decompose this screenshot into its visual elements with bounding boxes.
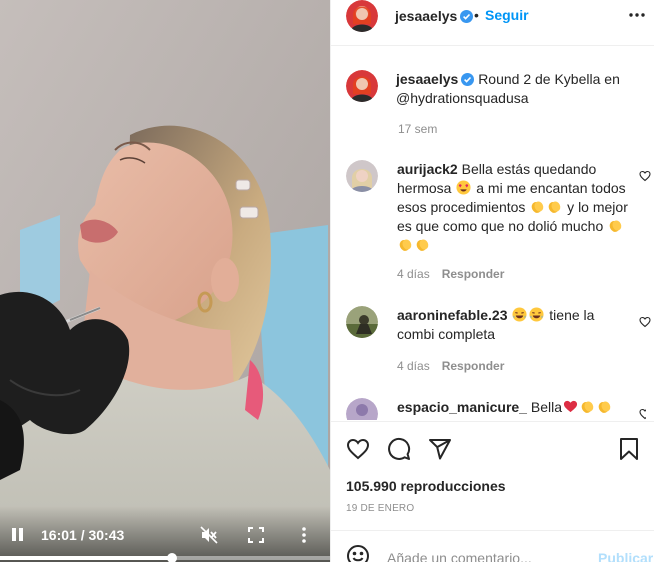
heart-eyes-emoji xyxy=(456,180,471,195)
caption-timestamp: 17 sem xyxy=(398,122,438,136)
comment-icon[interactable] xyxy=(387,437,411,461)
author-username-text: jesaaelys xyxy=(395,8,458,24)
post-date[interactable]: 19 DE ENERO xyxy=(346,503,414,514)
bookmark-icon[interactable] xyxy=(617,437,641,461)
comment-username[interactable]: aurijack2 xyxy=(397,161,458,177)
reply-button[interactable]: Responder xyxy=(442,267,505,281)
video-frame xyxy=(0,0,330,562)
red-heart-emoji xyxy=(563,400,578,413)
view-count[interactable]: 105.990 reproducciones xyxy=(346,478,506,494)
fullscreen-icon[interactable] xyxy=(248,527,264,543)
heart-icon[interactable] xyxy=(346,437,370,461)
comment-text: aurijack2 Bella estás quedando hermosa a… xyxy=(397,160,629,255)
verified-badge-icon xyxy=(460,10,474,23)
clap-emoji xyxy=(598,401,611,413)
add-comment-bar: Publicar xyxy=(331,530,654,562)
seek-bar[interactable] xyxy=(0,556,330,560)
like-comment-icon[interactable] xyxy=(639,170,651,182)
verified-badge-icon xyxy=(461,73,475,86)
reply-button[interactable]: Responder xyxy=(442,359,505,373)
like-comment-icon[interactable] xyxy=(639,408,646,420)
comment-username[interactable]: espacio_manicure_ xyxy=(397,399,527,415)
more-vertical-icon[interactable] xyxy=(298,527,310,543)
comment-input[interactable] xyxy=(387,550,587,562)
video-player[interactable]: 16:01 / 30:43 xyxy=(0,0,330,562)
clap-emoji xyxy=(398,418,413,420)
emoji-icon[interactable] xyxy=(346,544,370,562)
comment-timestamp: 4 días xyxy=(397,267,430,281)
comment-avatar[interactable] xyxy=(346,160,378,192)
author-username[interactable]: jesaaelys xyxy=(395,8,474,24)
comment-text-part: Bella xyxy=(530,399,562,415)
publish-button[interactable]: Publicar xyxy=(598,550,653,562)
comment-meta: 4 días Responder xyxy=(397,267,504,281)
video-time: 16:01 / 30:43 xyxy=(41,527,125,543)
muted-speaker-icon[interactable] xyxy=(200,526,218,544)
comment-text: espacio_manicure_ Bella xyxy=(397,398,629,420)
clap-emoji xyxy=(399,239,412,251)
more-horizontal-icon[interactable] xyxy=(627,8,647,22)
caption-avatar[interactable] xyxy=(346,70,378,102)
seek-handle[interactable] xyxy=(166,553,177,562)
caption-username[interactable]: jesaaelys xyxy=(396,71,475,87)
author-avatar[interactable] xyxy=(346,0,378,32)
comment-meta: 4 días Responder xyxy=(397,359,504,373)
comment-username[interactable]: aaroninefable.23 xyxy=(397,307,508,323)
send-icon[interactable] xyxy=(428,437,452,461)
laugh-emoji xyxy=(529,307,544,322)
laugh-emoji xyxy=(512,307,527,322)
clap-emoji xyxy=(581,401,594,413)
like-comment-icon[interactable] xyxy=(639,316,651,328)
clap-emoji xyxy=(548,201,561,213)
comment-item: espacio_manicure_ Bella xyxy=(346,398,646,420)
comment-avatar[interactable] xyxy=(346,306,378,338)
caption-text: jesaaelys Round 2 de Kybella en @hydrati… xyxy=(396,70,644,108)
clap-emoji xyxy=(531,201,544,213)
comment-avatar[interactable] xyxy=(346,398,378,420)
seek-progress xyxy=(0,556,172,560)
separator-dot: • xyxy=(474,7,479,23)
pause-icon[interactable] xyxy=(10,527,24,543)
comment-text-part xyxy=(508,307,512,323)
clap-emoji xyxy=(609,220,622,232)
post-actions xyxy=(331,421,654,481)
follow-button[interactable]: Seguir xyxy=(485,7,529,23)
post-sidebar: jesaaelys • Seguir jesaaelys Round 2 de … xyxy=(330,0,654,562)
comment-text: aaroninefable.23 tiene la combi completa xyxy=(397,306,629,344)
caption-username-text: jesaaelys xyxy=(396,71,459,87)
clap-emoji xyxy=(416,239,429,251)
comment-timestamp: 4 días xyxy=(397,359,430,373)
post-header: jesaaelys • Seguir xyxy=(331,0,654,46)
